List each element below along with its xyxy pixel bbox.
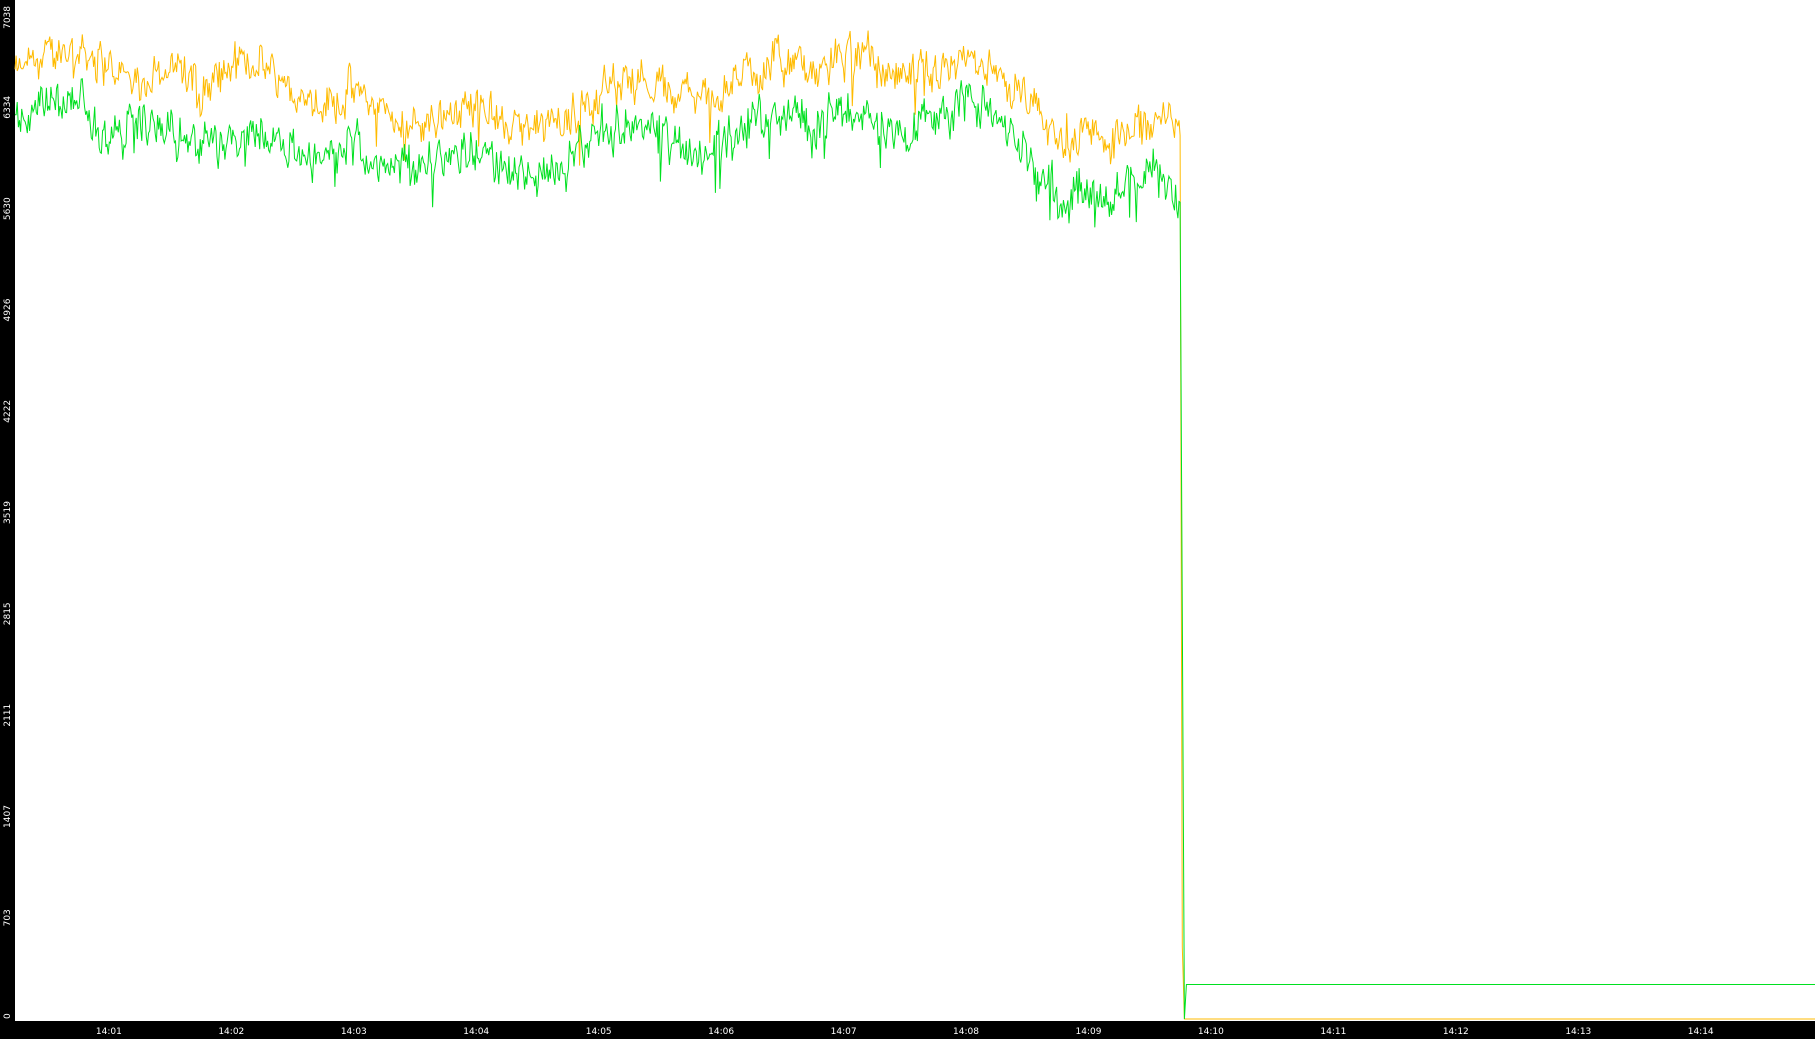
x-tick-label: 14:09 (1076, 1027, 1102, 1037)
x-tick-label: 14:08 (953, 1027, 979, 1037)
y-tick-label: 0 (3, 1013, 13, 1019)
x-tick-label: 14:07 (831, 1027, 857, 1037)
line-chart: 0 703 1407 2111 2815 3519 4222 4926 5630 6334 7038… (0, 0, 1815, 1039)
plot-background (0, 0, 1815, 1039)
y-tick-label: 6334 (3, 96, 13, 119)
y-tick-label: 4926 (3, 298, 13, 321)
x-tick-label: 14:13 (1565, 1027, 1591, 1037)
y-tick-label: 1407 (3, 805, 13, 828)
x-axis-bar (0, 1021, 1815, 1039)
y-tick-label: 5630 (3, 197, 13, 220)
x-tick-label: 14:10 (1198, 1027, 1224, 1037)
y-tick-label: 2815 (3, 602, 13, 625)
x-tick-label: 14:14 (1688, 1027, 1714, 1037)
x-tick-label: 14:06 (708, 1027, 734, 1037)
x-tick-label: 14:03 (341, 1027, 367, 1037)
y-tick-label: 703 (3, 909, 13, 926)
x-tick-label: 14:04 (463, 1027, 489, 1037)
y-tick-label: 2111 (3, 704, 13, 727)
x-tick-label: 14:12 (1443, 1027, 1469, 1037)
x-tick-label: 14:01 (96, 1027, 122, 1037)
y-tick-label: 7038 (3, 6, 13, 29)
chart-root: 0 703 1407 2111 2815 3519 4222 4926 5630 6334 7038… (0, 0, 1815, 1039)
x-tick-label: 14:11 (1320, 1027, 1346, 1037)
y-tick-label: 3519 (3, 501, 13, 524)
x-tick-label: 14:02 (218, 1027, 244, 1037)
y-tick-label: 4222 (3, 400, 13, 423)
x-tick-label: 14:05 (586, 1027, 612, 1037)
